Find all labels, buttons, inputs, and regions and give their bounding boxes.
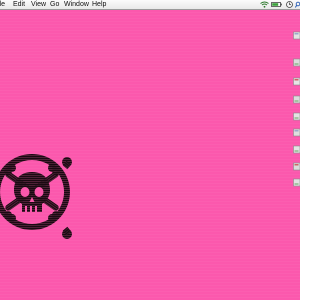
drive-icon[interactable] <box>293 58 300 67</box>
menu-bar: ile Edit View Go Window Help <box>0 0 300 10</box>
battery-icon[interactable] <box>271 2 282 7</box>
drive-icon[interactable] <box>293 31 300 40</box>
drive-icon[interactable] <box>293 95 300 104</box>
drive-icon[interactable] <box>293 162 300 171</box>
menu-help[interactable]: Help <box>92 0 106 9</box>
wifi-icon[interactable] <box>260 1 269 8</box>
drive-icon[interactable] <box>293 77 300 86</box>
drive-icon[interactable] <box>293 128 300 137</box>
desktop: ile Edit View Go Window Help <box>0 0 300 300</box>
clock-icon[interactable] <box>285 1 294 8</box>
search-icon[interactable] <box>295 1 300 8</box>
menu-window[interactable]: Window <box>64 0 89 9</box>
skull-and-crossbones-icon <box>0 154 72 239</box>
drive-icon[interactable] <box>293 145 300 154</box>
drive-icon[interactable] <box>293 112 300 121</box>
menu-file[interactable]: ile <box>0 0 5 9</box>
drive-icon[interactable] <box>293 178 300 187</box>
menu-view[interactable]: View <box>31 0 46 9</box>
menu-go[interactable]: Go <box>50 0 59 9</box>
menu-edit[interactable]: Edit <box>13 0 25 9</box>
